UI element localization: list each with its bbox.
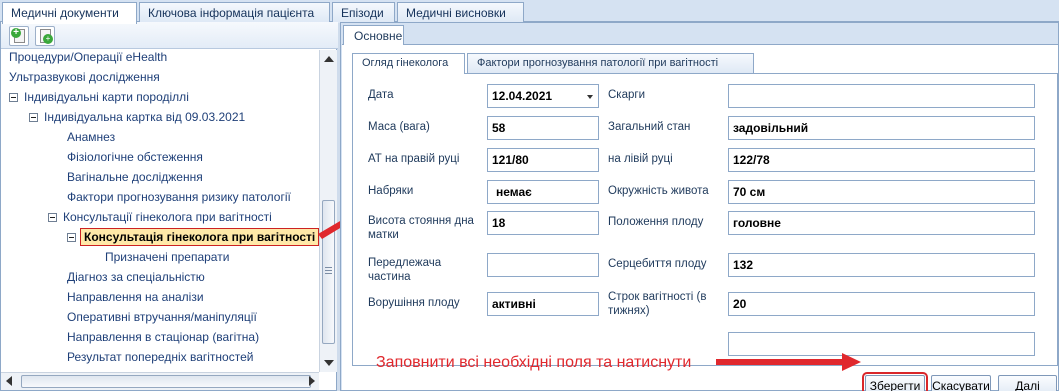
instruction-annotation: Заповнити всі необхідні поля та натиснут… <box>376 354 692 371</box>
tree-item-label: Індивідуальна картка від 09.03.2021 <box>44 110 246 124</box>
tree-item-card-09-03-2021[interactable]: Індивідуальна картка від 09.03.2021 <box>29 108 245 126</box>
cancel-button[interactable]: Скасувати <box>931 375 991 391</box>
tree-item-previous-pregnancies[interactable]: Результат попередніх вагітностей <box>67 348 253 366</box>
tree-item-vaginal-exam[interactable]: Вагінальне дослідження <box>67 168 203 186</box>
documents-tree: Процедури/Операції eHealth Ультразвукові… <box>1 50 319 372</box>
fetal-position-input[interactable]: головне <box>728 211 1035 235</box>
save-button[interactable]: Зберегти <box>862 372 928 391</box>
edema-input[interactable]: немає <box>487 180 599 204</box>
plus-icon: + <box>11 28 21 38</box>
add-child-document-button[interactable]: + <box>35 26 55 46</box>
collapse-toggle-icon[interactable] <box>29 113 38 122</box>
top-tab-bar: Медичні документи Ключова інформація пац… <box>0 0 1059 24</box>
bp-left-input[interactable]: 122/78 <box>728 148 1035 172</box>
tab-main[interactable]: Основне <box>343 25 404 45</box>
pregnancy-term-input[interactable]: 20 <box>728 292 1035 316</box>
scroll-right-icon[interactable] <box>309 376 315 386</box>
scroll-down-icon[interactable] <box>324 360 334 366</box>
tab-episodes[interactable]: Епізоди <box>332 2 395 23</box>
fetal-heartbeat-label: Серцебиття плоду <box>608 258 707 270</box>
tree-toolbar: + + <box>1 22 338 49</box>
tree-item-ultrasound[interactable]: Ультразвукові дослідження <box>9 68 160 86</box>
collapse-toggle-icon[interactable] <box>9 93 18 102</box>
documents-tree-panel: + + Процедури/Операції eHealth Ультразву… <box>0 22 338 391</box>
general-state-input[interactable]: задовільний <box>728 116 1035 140</box>
tree-item-risk-factors[interactable]: Фактори прогнозування ризику патології <box>67 188 291 206</box>
fundus-height-label: Висота стояння дна матки <box>368 215 474 241</box>
fetal-heartbeat-input[interactable]: 132 <box>728 253 1035 277</box>
scroll-left-icon[interactable] <box>6 376 12 386</box>
complaints-label: Скарги <box>608 89 645 101</box>
date-picker[interactable]: 12.04.2021 <box>487 84 599 108</box>
add-arrow-icon: + <box>43 34 53 44</box>
tree-item-gyn-consultations[interactable]: Консультації гінеколога при вагітності <box>48 208 272 226</box>
tree-item-procedures[interactable]: Процедури/Операції eHealth <box>9 50 167 66</box>
chevron-down-icon[interactable] <box>587 95 593 99</box>
tab-key-patient-info[interactable]: Ключова інформація пацієнта <box>139 2 330 23</box>
tree-item-specialty-diagnosis[interactable]: Діагноз за спеціальністю <box>67 268 205 286</box>
waist-input[interactable]: 70 см <box>728 180 1035 204</box>
tree-item-label: Індивідуальні карти породіллі <box>24 90 189 104</box>
tree-item-hospital-referral[interactable]: Направлення в стаціонар (вагітна) <box>67 328 259 346</box>
tree-item-anamnesis[interactable]: Анамнез <box>67 128 115 146</box>
gynecologist-exam-form: Дата 12.04.2021 Скарги Маса (вага) 58 За… <box>352 73 1058 366</box>
presenting-part-label: Передлежача частина <box>368 257 442 283</box>
collapse-toggle-icon[interactable] <box>48 213 57 222</box>
tab-medical-conclusions[interactable]: Медичні висновки <box>397 2 524 23</box>
add-document-button[interactable]: + <box>9 26 29 46</box>
date-value: 12.04.2021 <box>492 89 553 103</box>
fetal-position-label: Положення плоду <box>608 216 704 228</box>
tree-item-gyn-consultation-group[interactable]: Консультація гінеколога при вагітності <box>67 228 319 246</box>
tree-item-operations[interactable]: Оперативні втручання/маніпуляції <box>67 308 257 326</box>
edema-label: Набряки <box>368 185 414 197</box>
date-label: Дата <box>368 89 394 101</box>
bp-right-input[interactable]: 121/80 <box>487 148 599 172</box>
tree-item-gyn-consultation-selected[interactable]: Консультація гінеколога при вагітності <box>80 228 319 246</box>
tree-item-maternity-cards[interactable]: Індивідуальні карти породіллі <box>9 88 189 106</box>
main-tab-content: Огляд гінеколога Фактори прогнозування п… <box>342 44 1058 391</box>
tree-item-lab-referrals[interactable]: Направлення на аналізи <box>67 288 204 306</box>
document-editor-panel: Основне Огляд гінеколога Фактори прогноз… <box>340 22 1059 391</box>
fetal-movement-input[interactable]: активні <box>487 292 599 316</box>
tree-item-label: Консультації гінеколога при вагітності <box>63 210 272 224</box>
tree-item-physiological-exam[interactable]: Фізіологічне обстеження <box>67 148 203 166</box>
tab-gynecologist-exam[interactable]: Огляд гінеколога <box>352 53 465 74</box>
scrollbar-thumb[interactable] <box>21 375 311 388</box>
bp-right-label: АТ на правій руці <box>368 153 460 165</box>
scroll-up-icon[interactable] <box>324 56 334 62</box>
tab-medical-documents[interactable]: Медичні документи <box>2 2 137 24</box>
next-button[interactable]: Далі <box>998 375 1057 391</box>
fundus-height-input[interactable]: 18 <box>487 211 599 235</box>
weight-input[interactable]: 58 <box>487 116 599 140</box>
waist-label: Окружність живота <box>608 185 709 197</box>
bp-left-label: на лівій руці <box>608 153 673 165</box>
general-state-label: Загальний стан <box>608 121 691 133</box>
tree-horizontal-scrollbar[interactable] <box>1 372 319 390</box>
tree-item-prescribed-drugs[interactable]: Призначені препарати <box>105 248 229 266</box>
annotation-arrow-to-save-icon <box>716 353 861 371</box>
collapse-toggle-icon[interactable] <box>67 233 76 242</box>
weight-label: Маса (вага) <box>368 121 430 133</box>
pregnancy-term-label: Строк вагітності (в тижнях) <box>608 291 707 317</box>
presenting-part-input[interactable] <box>487 253 599 277</box>
complaints-input[interactable] <box>728 84 1035 108</box>
tab-pregnancy-pathology-factors[interactable]: Фактори прогнозування патології при вагі… <box>467 53 754 73</box>
fetal-movement-label: Ворушіння плоду <box>368 297 460 309</box>
